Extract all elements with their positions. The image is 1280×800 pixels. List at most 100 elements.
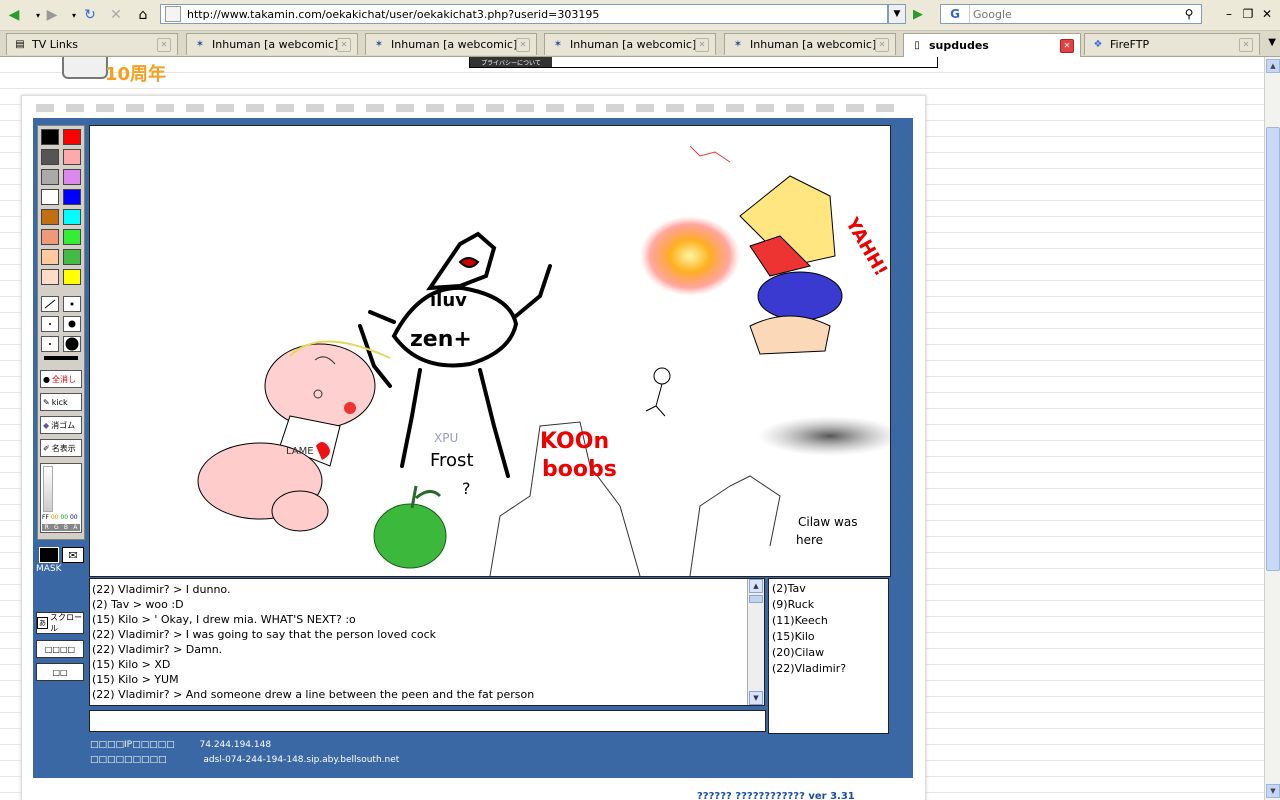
tab-inhuman-4[interactable]: ✶ Inhuman [a webcomic] ... ✕ [724,33,896,55]
reload-icon[interactable]: ↻ [80,5,100,25]
tab-tv-links[interactable]: ▤ TV Links ✕ [6,33,178,55]
color-swatch[interactable] [63,269,81,285]
tab-inhuman-3[interactable]: ✶ Inhuman [a webcomic] ... ✕ [544,33,716,55]
tab-list-dropdown-icon[interactable]: ▼ [1268,37,1276,48]
side-button-3[interactable]: □□ [36,663,84,681]
page-scroll-thumb[interactable] [1266,127,1280,571]
page-scroll-down-icon[interactable]: ▼ [1266,784,1280,798]
color-swatch[interactable] [63,209,81,225]
drawing-canvas[interactable]: iluv zen+ LAME Frost XPU ? KOOn boobs YA… [89,125,891,577]
envelope-icon[interactable]: ✉ [62,547,84,563]
chat-message: (15) Kilo > XD [92,658,171,671]
brush-dot-small-icon[interactable] [63,296,81,312]
tab-close-icon[interactable]: ✕ [157,37,171,52]
tab-label: Inhuman [a webcomic] ... [570,38,695,51]
chat-scrollbar[interactable]: ▲ ▼ [747,579,764,705]
version-link[interactable]: ?????? ???????????? ver 3.31 [697,791,855,800]
chat-message: (15) Kilo > ' Okay, I drew mia. WHAT'S N… [92,613,356,626]
line-width-indicator [44,356,78,360]
shirt-text-line2: zen+ [410,327,472,352]
tab-label: Inhuman [a webcomic] ... [212,38,337,51]
page-icon: ▯ [914,40,920,51]
tab-close-icon[interactable]: ✕ [695,37,709,52]
chat-message-input[interactable] [89,710,766,732]
user-list-item[interactable]: (11)Keech [772,613,885,629]
mask-color-swatch[interactable] [39,547,59,563]
user-list-item[interactable]: (2)Tav [772,581,885,597]
chat-log[interactable]: (22) Vladimir? > I dunno. (2) Tav > woo :… [89,578,765,706]
stop-icon[interactable]: ✕ [106,5,126,25]
tab-inhuman-1[interactable]: ✶ Inhuman [a webcomic] ... ✕ [186,33,358,55]
home-icon[interactable]: ⌂ [133,5,153,25]
pen-thin-icon[interactable] [41,296,59,312]
page-scrollbar[interactable]: ▲ ▼ [1264,57,1280,800]
color-swatch[interactable] [63,249,81,265]
url-field[interactable]: http://www.takamin.com/oekakichat/user/o… [160,4,888,24]
color-swatch[interactable] [41,129,59,145]
url-dropdown-icon[interactable]: ▼ [888,4,906,24]
color-swatch[interactable] [63,149,81,165]
b-value: 00 [60,514,69,521]
kick-button[interactable]: ✎ kick [40,393,82,411]
user-list-item[interactable]: (9)Ruck [772,597,885,613]
browser-toolbar: ◀ ▾ ▶ ▾ ↻ ✕ ⌂ http://www.takamin.com/oek… [0,0,1280,31]
minimize-icon[interactable]: – [1221,6,1237,22]
host-value: adsl-074-244-194-148.sip.aby.bellsouth.n… [203,755,400,765]
color-swatch[interactable] [63,169,81,185]
r-value: FF [42,514,49,521]
color-swatch[interactable] [63,229,81,245]
chat-scroll-thumb[interactable] [749,595,763,603]
go-arrow-icon[interactable]: ▶ [909,5,927,23]
site-logo[interactable] [62,57,108,79]
search-engine-icon[interactable]: G [941,5,970,23]
brush-dot-tiny-icon[interactable] [41,316,59,332]
user-list-item[interactable]: (15)Kilo [772,629,885,645]
kick-icon: ✎ [43,397,50,407]
restore-icon[interactable]: ❐ [1240,6,1256,22]
url-text: http://www.takamin.com/oekakichat/user/o… [187,7,600,21]
eraser-button[interactable]: ◆ 消ゴム [40,416,82,434]
color-swatch[interactable] [41,149,59,165]
color-swatch[interactable] [41,209,59,225]
page-scroll-up-icon[interactable]: ▲ [1266,59,1280,73]
user-list-item[interactable]: (22)Vladimir? [772,661,885,677]
tab-supdudes[interactable]: ▯ supdudes ✕ [903,33,1081,57]
tab-close-icon[interactable]: ✕ [875,37,889,52]
side-button-2[interactable]: □□□□ [36,640,84,658]
privacy-label[interactable]: プライバシーについて [470,57,552,67]
scroll-up-icon[interactable]: ▲ [749,579,763,593]
color-sliders[interactable]: FF 00 00 00 R G B A [40,463,82,533]
user-list: (2)Tav (9)Ruck (11)Keech (15)Kilo (20)Cilaw(… [768,578,889,734]
user-list-item[interactable]: (20)Cilaw [772,645,885,661]
color-swatch[interactable] [41,189,59,205]
scroll-down-icon[interactable]: ▼ [749,691,763,705]
tab-inhuman-2[interactable]: ✶ Inhuman [a webcomic] ... ✕ [365,33,537,55]
search-box[interactable]: G ⚲ [940,4,1202,24]
brush-dot-mini-icon[interactable] [41,336,59,352]
clear-all-button[interactable]: ● 全消し [40,370,82,388]
color-swatch[interactable] [63,129,81,145]
tab-close-icon[interactable]: ✕ [516,37,530,52]
r-slider-track[interactable] [43,466,53,512]
color-swatch[interactable] [41,269,59,285]
magnifier-icon[interactable]: ⚲ [1179,6,1199,22]
name-display-label: 名表示 [51,443,76,453]
search-input[interactable] [971,6,1181,22]
brush-dot-large-icon[interactable] [63,336,81,352]
tab-close-icon[interactable]: ✕ [337,37,351,52]
ad-banner[interactable]: プライバシーについて [469,57,938,68]
tab-fireftp[interactable]: ❖ FireFTP ✕ [1084,33,1260,55]
close-window-icon[interactable]: ✕ [1259,6,1275,22]
tab-close-icon[interactable]: ✕ [1060,38,1074,53]
color-swatch[interactable] [63,189,81,205]
name-display-button[interactable]: ✐ 名表示 [40,439,82,457]
xpu-text: XPU [434,431,458,445]
tab-close-icon[interactable]: ✕ [1239,37,1253,52]
auto-scroll-button[interactable]: あ スクロール [36,612,84,634]
forward-arrow-icon[interactable]: ▶ [42,5,62,25]
color-swatch[interactable] [41,229,59,245]
brush-dot-medium-icon[interactable] [63,316,81,332]
back-arrow-icon[interactable]: ◀ [4,5,24,25]
color-swatch[interactable] [41,169,59,185]
color-swatch[interactable] [41,249,59,265]
